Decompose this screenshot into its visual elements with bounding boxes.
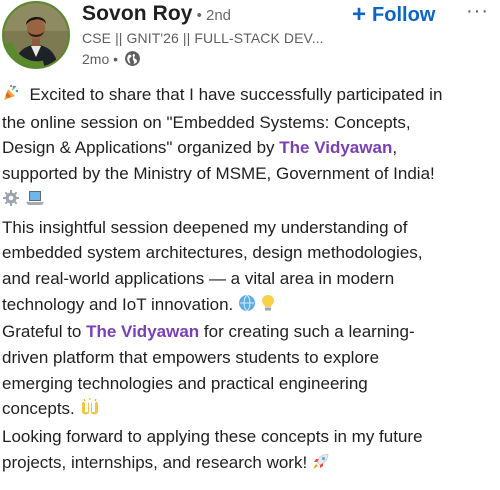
globe-icon — [124, 50, 141, 67]
post-line: embedded system architectures, design me… — [2, 243, 423, 263]
gear-icon — [2, 189, 20, 215]
post-line: supported by the Ministry of MSME, Gover… — [2, 164, 435, 184]
follow-button[interactable]: + Follow — [352, 2, 435, 28]
post-line: This insightful session deepened my unde… — [2, 217, 408, 237]
mention-the-vidyawan[interactable]: The Vidyawan — [86, 322, 199, 341]
author-name[interactable]: Sovon Roy — [82, 2, 193, 26]
post-text: for creating such a learning- — [199, 322, 415, 342]
post-text: projects, internships, and research work… — [2, 452, 308, 472]
more-options-button[interactable]: ··· — [466, 0, 496, 24]
post-line: projects, internships, and research work… — [2, 450, 498, 478]
post-header: Sovon Roy • 2nd CSE || GNIT'26 || FULL-S… — [0, 0, 500, 74]
post-text: , — [392, 138, 398, 158]
follow-label: Follow — [372, 3, 436, 26]
post-time: 2mo • — [82, 50, 119, 67]
light-bulb-icon — [261, 294, 275, 320]
post-line: emerging technologies and practical engi… — [2, 373, 368, 393]
post-line: driven platform that empowers students t… — [2, 348, 380, 368]
party-popper-icon — [2, 84, 20, 110]
plus-icon: + — [352, 1, 367, 28]
post-body: Excited to share that I have successfull… — [2, 82, 498, 478]
laptop-icon — [25, 189, 45, 215]
avatar-photo — [4, 3, 68, 67]
post-meta: 2mo • — [82, 50, 141, 67]
linkedin-post: Sovon Roy • 2nd CSE || GNIT'26 || FULL-S… — [0, 0, 500, 490]
post-line: Grateful to The Vidyawan for creating su… — [2, 319, 498, 345]
post-line: Looking forward to applying these concep… — [2, 427, 423, 447]
mention-the-vidyawan[interactable]: The Vidyawan — [279, 138, 392, 157]
post-line: Design & Applications" organized by The … — [2, 135, 498, 161]
connection-degree: • 2nd — [196, 7, 232, 24]
avatar[interactable] — [2, 1, 70, 69]
rocket-icon — [312, 452, 330, 478]
post-line: technology and IoT innovation. — [2, 292, 498, 320]
author-name-row: Sovon Roy • 2nd — [82, 2, 231, 30]
globe-emoji-icon — [238, 294, 256, 320]
post-text: Excited to share that I have successfull… — [29, 85, 443, 104]
raising-hands-icon — [80, 398, 100, 424]
post-line — [2, 187, 498, 215]
post-text: Design & Applications" organized by — [2, 138, 280, 158]
post-line: and real-world applications — a vital ar… — [2, 268, 395, 288]
post-line: concepts. — [2, 396, 498, 424]
post-line: Excited to share that I have successfull… — [2, 82, 498, 110]
post-line: the online session on "Embedded Systems:… — [2, 112, 411, 132]
post-text: concepts. — [2, 399, 75, 419]
author-headline: CSE || GNIT'26 || FULL-STACK DEV... — [82, 30, 324, 46]
post-text: technology and IoT innovation. — [2, 294, 234, 314]
post-text: Grateful to — [2, 322, 87, 342]
